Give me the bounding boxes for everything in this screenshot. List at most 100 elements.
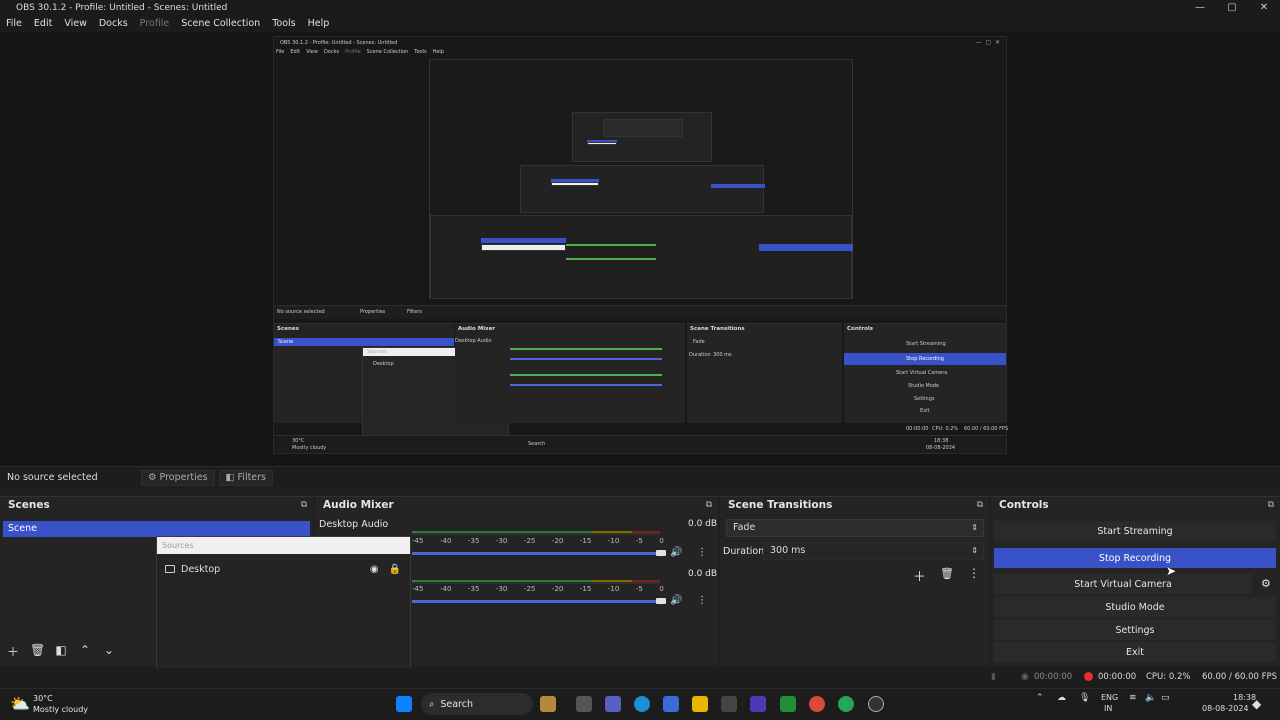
weather-cloud-icon[interactable]: ⛅ xyxy=(10,694,30,713)
app-icon[interactable] xyxy=(721,696,737,712)
properties-button[interactable]: ⚙ Properties xyxy=(141,469,215,486)
menu-docks[interactable]: Docks xyxy=(99,18,128,29)
more-options-icon[interactable]: ⋮ xyxy=(697,547,707,558)
channel-1-volume-slider[interactable] xyxy=(412,552,660,555)
stop-recording-button[interactable]: Stop Recording xyxy=(994,548,1276,568)
speaker-icon[interactable]: 🔊 xyxy=(670,595,682,606)
transition-selected: Fade xyxy=(733,522,756,533)
channel-2-db: 0.0 dB xyxy=(688,569,718,579)
whatsapp-icon[interactable] xyxy=(838,696,854,712)
tick-label: -20 xyxy=(551,585,564,593)
menu-help[interactable]: Help xyxy=(308,18,330,29)
channel-1-volume-knob[interactable] xyxy=(656,550,666,556)
chevron-up-icon[interactable]: ⌃ xyxy=(1036,693,1044,703)
add-transition-icon[interactable]: ＋ xyxy=(913,566,926,585)
more-options-icon[interactable]: ⋮ xyxy=(697,595,707,606)
undock-icon[interactable]: ⧉ xyxy=(301,500,307,510)
recursive-sources-header xyxy=(481,244,566,251)
remove-transition-icon[interactable]: 🗑 xyxy=(940,567,954,580)
menu-tools[interactable]: Tools xyxy=(272,18,295,29)
edge-icon[interactable] xyxy=(634,696,650,712)
menu-file[interactable]: File xyxy=(6,18,22,29)
undock-icon[interactable]: ⧉ xyxy=(706,500,712,510)
xbox-icon[interactable] xyxy=(780,696,796,712)
nested-transitions-dock: Scene Transitions Fade Duration 300 ms xyxy=(687,323,842,423)
weather-desc[interactable]: Mostly cloudy xyxy=(33,705,88,714)
mic-icon[interactable]: 🎙 xyxy=(1079,693,1090,703)
task-view-icon[interactable] xyxy=(576,696,592,712)
menu-profile[interactable]: Profile xyxy=(140,18,170,29)
wifi-icon[interactable]: ≋ xyxy=(1129,693,1137,703)
duration-spinbox[interactable]: 300 ms ⇕ xyxy=(763,542,984,560)
source-item-desktop[interactable]: Desktop ◉ 🔒 xyxy=(165,561,405,577)
recursive-preview-4 xyxy=(603,119,683,137)
move-up-icon[interactable]: ⌃ xyxy=(78,643,92,660)
lang-top[interactable]: ENG xyxy=(1101,693,1118,702)
undock-icon[interactable]: ⧉ xyxy=(977,500,983,510)
onedrive-icon[interactable]: ☁ xyxy=(1057,693,1066,703)
transition-select[interactable]: Fade ⇕ xyxy=(726,519,984,537)
undock-icon[interactable]: ⧉ xyxy=(1268,500,1274,510)
clock-date[interactable]: 08-08-2024 xyxy=(1202,704,1249,713)
tick-label: -15 xyxy=(579,585,592,593)
minimize-icon[interactable]: — xyxy=(1184,0,1216,15)
chrome-icon[interactable] xyxy=(809,696,825,712)
recursive-scene-highlight xyxy=(481,238,566,243)
windows-start-icon[interactable] xyxy=(396,696,412,712)
scene-item[interactable]: Scene xyxy=(3,521,310,537)
menu-scene-collection[interactable]: Scene Collection xyxy=(181,18,260,29)
transition-options-icon[interactable]: ⋮ xyxy=(968,566,980,580)
menu-edit[interactable]: Edit xyxy=(34,18,52,29)
visual-studio-icon[interactable] xyxy=(750,696,766,712)
lock-icon[interactable]: 🔒 xyxy=(389,564,401,575)
recursive-preview-2 xyxy=(520,165,765,213)
channel-2-meter xyxy=(412,580,660,584)
nested-menu-item: View xyxy=(306,49,318,55)
obs-icon[interactable] xyxy=(868,696,884,712)
move-down-icon[interactable]: ⌄ xyxy=(102,643,116,660)
maximize-icon[interactable]: ▢ xyxy=(1216,0,1248,15)
store-icon[interactable] xyxy=(663,696,679,712)
nested-audio-title: Audio Mixer xyxy=(458,326,496,332)
cpu-usage: CPU: 0.2% xyxy=(1146,672,1191,682)
nested-desktop-source: Desktop xyxy=(373,361,394,367)
nested-scenes-title: Scenes xyxy=(277,326,299,332)
nested-duration-label: Duration xyxy=(689,352,711,358)
mouse-cursor-icon: ➤ xyxy=(1166,564,1177,578)
file-explorer-icon[interactable] xyxy=(692,696,708,712)
battery-icon[interactable]: ▭ xyxy=(1161,693,1170,703)
chevron-updown-icon: ⇕ xyxy=(971,523,978,532)
window-title: OBS 30.1.2 - Profile: Untitled - Scenes:… xyxy=(16,2,228,13)
controls-dock-header: Controls ⧉ xyxy=(991,497,1280,513)
teams-icon[interactable] xyxy=(605,696,621,712)
copilot-icon[interactable]: ◆ xyxy=(1252,697,1261,711)
nested-search: Search xyxy=(528,441,546,447)
volume-icon[interactable]: 🔈 xyxy=(1145,693,1156,703)
sources-dock-header[interactable]: Sources xyxy=(157,537,410,554)
studio-mode-button[interactable]: Studio Mode xyxy=(994,597,1276,617)
add-scene-icon[interactable]: ＋ xyxy=(6,643,20,660)
eye-icon[interactable]: ◉ xyxy=(370,564,379,575)
menu-view[interactable]: View xyxy=(64,18,87,29)
scenes-dock-header: Scenes ⧉ xyxy=(0,497,313,513)
remove-scene-icon[interactable]: 🗑 xyxy=(30,643,45,660)
cat-widget-icon[interactable] xyxy=(540,696,556,712)
speaker-icon[interactable]: 🔊 xyxy=(670,547,682,558)
channel-2-volume-slider[interactable] xyxy=(412,600,660,603)
channel-2-volume-knob[interactable] xyxy=(656,598,666,604)
scene-filters-icon[interactable]: ◧ xyxy=(54,643,68,660)
taskbar-search[interactable]: ⌕ Search xyxy=(421,693,533,715)
duration-label: Duration xyxy=(723,546,765,557)
tick-label: -15 xyxy=(579,537,592,545)
start-virtual-camera-button[interactable]: Start Virtual Camera xyxy=(994,574,1252,594)
virtual-camera-settings-icon[interactable]: ⚙ xyxy=(1261,577,1271,590)
settings-button[interactable]: Settings xyxy=(994,620,1276,640)
lang-bottom[interactable]: IN xyxy=(1104,704,1112,713)
filters-button[interactable]: ◧ Filters xyxy=(218,469,274,486)
start-streaming-button[interactable]: Start Streaming xyxy=(994,521,1276,541)
exit-button[interactable]: Exit xyxy=(994,642,1276,662)
nested-menu-item: Help xyxy=(432,49,444,55)
weather-temp[interactable]: 30°C xyxy=(33,694,53,703)
close-icon[interactable]: ✕ xyxy=(1248,0,1280,15)
channel-1-db: 0.0 dB xyxy=(688,519,718,529)
